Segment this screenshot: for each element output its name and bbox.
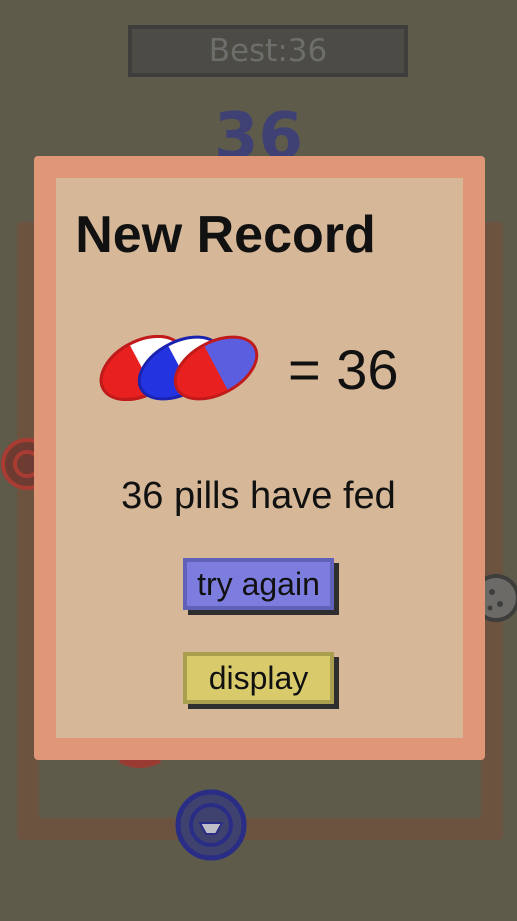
- pills-fed-message: 36 pills have fed: [121, 475, 396, 517]
- try-again-label: try again: [197, 565, 320, 602]
- game-screen: Best:36 36 New Record = 36 36 pills have…: [0, 0, 517, 921]
- dialog-title: New Record: [75, 206, 376, 264]
- pill-count: = 36: [288, 338, 399, 401]
- display-button[interactable]: display: [183, 652, 334, 704]
- display-label: display: [208, 659, 309, 696]
- try-again-button[interactable]: try again: [183, 558, 334, 610]
- red-blob: [118, 757, 162, 768]
- pills-icon: [99, 334, 259, 402]
- launcher-icon[interactable]: [175, 789, 247, 861]
